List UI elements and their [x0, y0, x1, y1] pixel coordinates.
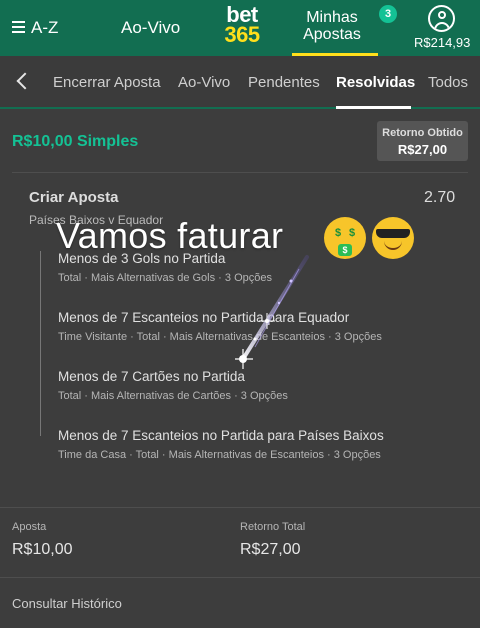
- selection-description: Time Visitante · Total · Mais Alternativ…: [58, 331, 382, 343]
- my-bets-label-line1: Minhas: [306, 9, 358, 26]
- user-account-icon[interactable]: [428, 5, 455, 32]
- divider: [0, 507, 480, 508]
- bet-stake-title[interactable]: R$10,00 Simples: [12, 133, 138, 151]
- selection-name: Menos de 7 Cartões no Partida: [58, 369, 245, 384]
- active-tab-indicator: [336, 106, 411, 109]
- smiling-face-sunglasses-icon: [372, 217, 414, 259]
- tab-resolvidas[interactable]: Resolvidas: [336, 74, 415, 91]
- hamburger-menu-icon[interactable]: [12, 21, 25, 33]
- logo-text-bottom: 365: [224, 22, 260, 47]
- bet365-logo[interactable]: bet 365: [218, 4, 266, 47]
- tab-pendentes[interactable]: Pendentes: [248, 74, 320, 91]
- return-obtained-box: Retorno Obtido R$27,00: [377, 121, 468, 161]
- az-menu-link[interactable]: A-Z: [31, 18, 58, 38]
- total-return-value: R$27,00: [240, 541, 301, 558]
- tab-todos[interactable]: Todos: [428, 74, 468, 91]
- my-bets-label-line2: Apostas: [303, 26, 361, 43]
- total-return-label: Retorno Total: [240, 521, 306, 533]
- selection-description: Total · Mais Alternativas de Cartões · 3…: [58, 390, 288, 402]
- chevron-left-icon[interactable]: [16, 72, 34, 90]
- overlay-caption: Vamos faturar: [56, 215, 284, 256]
- selection-name: Menos de 7 Escanteios no Partida para Pa…: [58, 428, 384, 443]
- settled-bet-card: R$10,00 Simples Retorno Obtido R$27,00 C…: [0, 111, 480, 628]
- selection-description: Time da Casa · Total · Mais Alternativas…: [58, 449, 381, 461]
- account-balance[interactable]: R$214,93: [414, 35, 470, 50]
- tab-ao-vivo[interactable]: Ao-Vivo: [178, 74, 230, 91]
- top-navigation-bar: A-Z Ao-Vivo bet 365 Minhas Apostas 3 R$2…: [0, 0, 480, 56]
- my-bets-count-badge: 3: [379, 5, 397, 23]
- in-play-link[interactable]: Ao-Vivo: [121, 18, 180, 38]
- bet-odds: 2.70: [424, 189, 456, 206]
- my-bets-link[interactable]: Minhas Apostas: [300, 9, 364, 43]
- selections-connector-line: [40, 251, 41, 436]
- money-mouth-face-icon: $ $ $: [324, 217, 366, 259]
- stake-value: R$10,00: [12, 541, 73, 558]
- tab-encerrar-aposta[interactable]: Encerrar Aposta: [53, 74, 161, 91]
- my-bets-tabs-bar: Encerrar Aposta Ao-Vivo Pendentes Resolv…: [0, 56, 480, 109]
- divider: [0, 577, 480, 578]
- sparkle-streak-icon: [235, 255, 309, 369]
- return-obtained-label: Retorno Obtido: [382, 127, 463, 139]
- market-name: Criar Aposta: [29, 189, 119, 206]
- view-history-link[interactable]: Consultar Histórico: [12, 596, 122, 611]
- divider: [12, 172, 468, 173]
- return-obtained-value: R$27,00: [397, 142, 448, 157]
- stake-label: Aposta: [12, 521, 47, 533]
